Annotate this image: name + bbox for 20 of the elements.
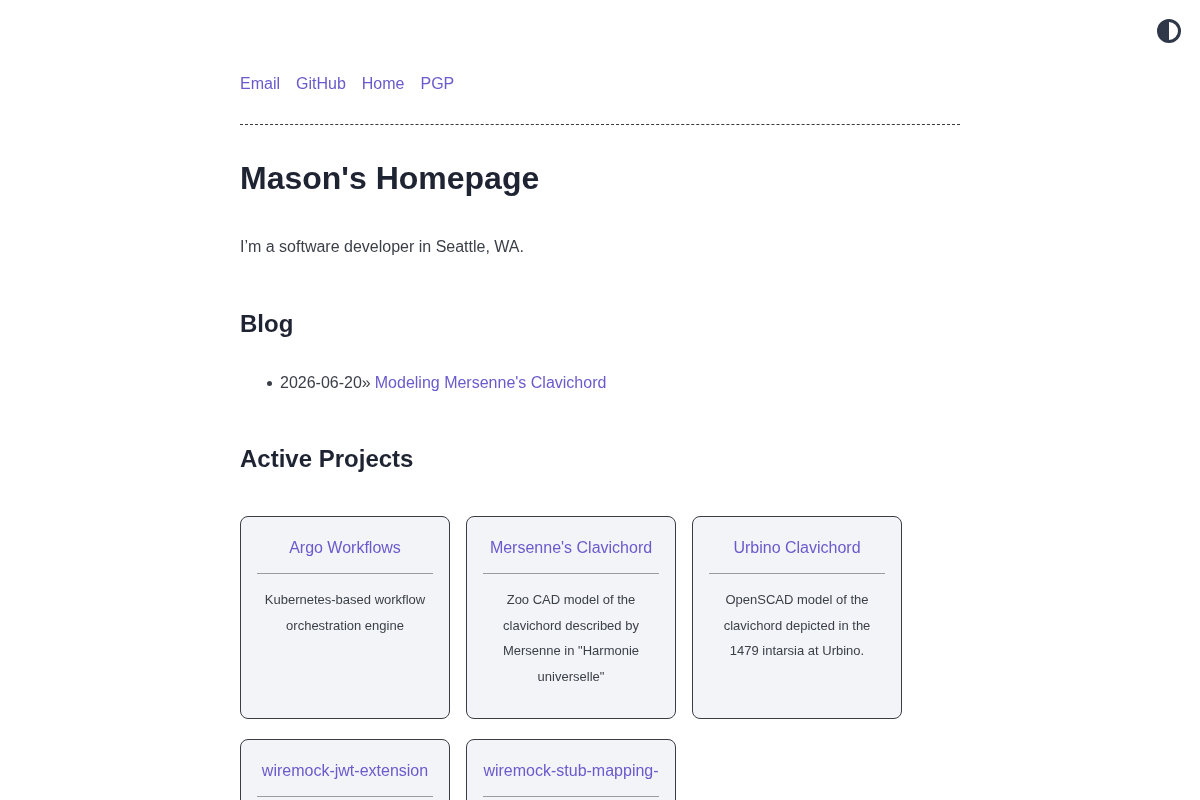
post-link[interactable]: Modeling Mersenne's Clavichord — [374, 373, 607, 393]
page-title: Mason's Homepage — [240, 159, 541, 198]
section-heading: Blog — [240, 309, 295, 339]
nav-link[interactable]: PGP — [420, 74, 455, 94]
project-title-link[interactable]: wiremock-stub-mapping- — [483, 761, 659, 781]
nav-link[interactable]: Email — [240, 74, 280, 94]
bullet-icon — [267, 380, 272, 386]
project-title-link[interactable]: wiremock-jwt-extension — [261, 761, 429, 781]
section-heading: Active Projects — [240, 444, 415, 474]
post-date: 2026-06-20» — [280, 373, 371, 393]
intro-text: I’m a software developer in Seattle, WA. — [240, 237, 525, 257]
project-description: OpenSCAD model of the clavichord depicted in the 1479 intarsia at Urbino. — [722, 591, 872, 660]
project-description: Zoo CAD model of the clavichord described by Mersenne in "Harmonie universelle" — [501, 591, 641, 686]
project-title-link[interactable]: Mersenne's Clavichord — [489, 538, 653, 558]
project-title-link[interactable]: Argo Workflows — [289, 538, 401, 558]
nav-link[interactable]: Home — [361, 74, 405, 94]
theme-toggle-icon[interactable] — [1157, 19, 1181, 43]
project-title-link[interactable]: Urbino Clavichord — [733, 538, 861, 558]
nav-link[interactable]: GitHub — [296, 74, 346, 94]
project-description: Kubernetes-based workflow orchestration engine — [263, 591, 427, 635]
